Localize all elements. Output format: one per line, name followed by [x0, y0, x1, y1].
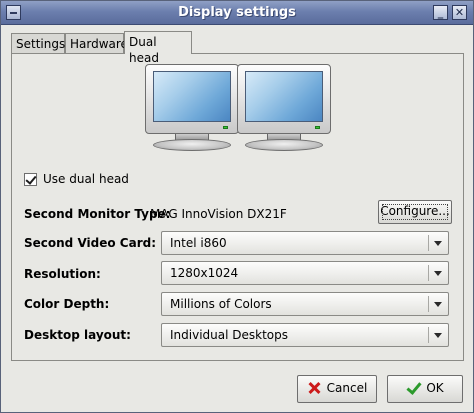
- chevron-down-icon: [434, 333, 442, 338]
- chevron-down-icon: [434, 271, 442, 276]
- close-icon[interactable]: ✕: [452, 5, 467, 20]
- second-video-card-label: Second Video Card:: [24, 236, 156, 250]
- chevron-down-icon: [434, 302, 442, 307]
- monitor-icon: [237, 64, 331, 151]
- display-settings-window: Display settings _ ✕ Settings Hardware D…: [0, 0, 474, 413]
- ok-button-label: OK: [426, 381, 444, 395]
- tab-settings[interactable]: Settings: [11, 33, 65, 53]
- second-video-card-select[interactable]: Intel i860: [161, 231, 449, 255]
- tab-settings-label: Settings: [16, 37, 66, 51]
- title-bar[interactable]: Display settings _ ✕: [1, 1, 473, 25]
- monitor-icon: [145, 64, 239, 151]
- cancel-button[interactable]: Cancel: [297, 375, 377, 403]
- desktop-layout-value: Individual Desktops: [170, 328, 288, 342]
- second-video-card-value: Intel i860: [170, 236, 227, 250]
- resolution-label: Resolution:: [24, 267, 101, 281]
- x-icon: [307, 381, 321, 395]
- desktop-layout-label: Desktop layout:: [24, 328, 131, 342]
- use-dual-head-checkbox[interactable]: [24, 173, 37, 186]
- color-depth-select[interactable]: Millions of Colors: [161, 292, 449, 316]
- minimize-icon[interactable]: _: [433, 5, 448, 20]
- tab-dual-head-label: Dual head: [129, 35, 159, 65]
- chevron-down-icon: [434, 241, 442, 246]
- configure-button[interactable]: Configure...: [378, 200, 452, 224]
- tab-hardware-label: Hardware: [70, 37, 128, 51]
- desktop-layout-select[interactable]: Individual Desktops: [161, 323, 449, 347]
- ok-button[interactable]: OK: [387, 375, 463, 403]
- checkmark-icon: [406, 381, 420, 395]
- use-dual-head-label: Use dual head: [43, 172, 129, 186]
- tab-dual-head[interactable]: Dual head: [124, 31, 192, 65]
- second-monitor-type-label: Second Monitor Type:: [24, 207, 171, 221]
- resolution-value: 1280x1024: [170, 266, 239, 280]
- resolution-select[interactable]: 1280x1024: [161, 261, 449, 285]
- window-title: Display settings: [178, 5, 296, 20]
- dual-head-panel: Use dual head Second Monitor Type: MAG I…: [11, 53, 464, 361]
- color-depth-label: Color Depth:: [24, 297, 110, 311]
- tab-hardware[interactable]: Hardware: [65, 33, 128, 53]
- color-depth-value: Millions of Colors: [170, 297, 272, 311]
- cancel-button-label: Cancel: [326, 381, 368, 395]
- second-monitor-type-value: MAG InnoVision DX21F: [150, 207, 287, 221]
